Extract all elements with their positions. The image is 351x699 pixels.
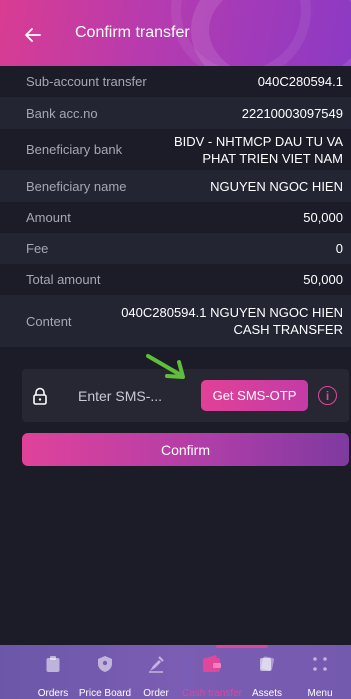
- detail-label: Sub-account transfer: [26, 74, 147, 89]
- detail-label: Fee: [26, 241, 49, 256]
- detail-row-content: Content 040C280594.1 NGUYEN NGOC HIEN CA…: [0, 295, 351, 347]
- detail-value: 50,000: [303, 210, 343, 225]
- detail-row-total-amount: Total amount 50,000: [0, 264, 351, 295]
- header-bar: Confirm transfer: [0, 0, 351, 66]
- annotation-arrow-icon: [145, 352, 189, 382]
- detail-label: Bank acc.no: [26, 105, 98, 121]
- detail-row-sub-account: Sub-account transfer 040C280594.1: [0, 66, 351, 97]
- confirm-button[interactable]: Confirm: [22, 433, 349, 466]
- detail-label: Amount: [26, 210, 71, 225]
- menu-icon: [310, 655, 330, 673]
- detail-row-beneficiary-bank: Beneficiary bank BIDV - NHTMCP DAU TU VA…: [0, 129, 351, 170]
- detail-row-amount: Amount 50,000: [0, 202, 351, 233]
- detail-value: 50,000: [303, 272, 343, 287]
- detail-value-line: BIDV - NHTMCP DAU TU VA: [173, 133, 343, 149]
- nav-label: Cash transfer: [181, 688, 243, 699]
- detail-label: Content: [26, 313, 72, 329]
- sms-otp-input[interactable]: [78, 386, 188, 406]
- price-board-icon: [95, 655, 115, 673]
- get-sms-otp-button[interactable]: Get SMS-OTP: [201, 380, 308, 411]
- order-icon: [146, 655, 166, 673]
- nav-item-orders[interactable]: Orders: [23, 645, 83, 699]
- detail-label: Beneficiary bank: [26, 142, 123, 157]
- back-arrow-icon[interactable]: [18, 20, 48, 50]
- page-title: Confirm transfer: [75, 24, 190, 41]
- detail-value: 22210003097549: [241, 105, 343, 121]
- transfer-details: Sub-account transfer 040C280594.1 Bank a…: [0, 66, 351, 347]
- nav-label: Price Board: [78, 688, 132, 699]
- detail-row-beneficiary-name: Beneficiary name NGUYEN NGOC HIEN: [0, 170, 351, 202]
- detail-row-fee: Fee 0: [0, 233, 351, 264]
- info-icon[interactable]: i: [318, 386, 337, 405]
- nav-item-order[interactable]: Order: [126, 645, 186, 699]
- detail-value-line: 040C280594.1 NGUYEN NGOC HIEN: [121, 305, 343, 320]
- lock-icon: [32, 387, 48, 405]
- nav-label: Menu: [307, 688, 333, 699]
- assets-icon: [257, 655, 277, 673]
- header-decoration: [171, 0, 311, 66]
- nav-label: Orders: [37, 688, 69, 699]
- bottom-nav: Orders Price Board Order Cash transfer A…: [0, 645, 351, 699]
- orders-icon: [43, 655, 63, 673]
- detail-value: 0: [335, 241, 343, 256]
- nav-item-cash-transfer[interactable]: Cash transfer: [182, 645, 242, 699]
- detail-label: Beneficiary name: [26, 178, 127, 194]
- detail-value-line: PHAT TRIEN VIET NAM: [202, 150, 343, 166]
- nav-label: Assets: [251, 688, 282, 699]
- nav-item-assets[interactable]: Assets: [237, 645, 297, 699]
- detail-value: 040C280594.1 NGUYEN NGOC HIEN CASH TRANS…: [121, 304, 343, 338]
- detail-value: 040C280594.1: [257, 74, 343, 89]
- detail-row-bank-acc: Bank acc.no 22210003097549: [0, 97, 351, 129]
- detail-label: Total amount: [26, 272, 101, 287]
- cash-transfer-icon: [202, 655, 222, 673]
- detail-value-line: CASH TRANSFER: [233, 322, 343, 337]
- detail-value: NGUYEN NGOC HIEN: [210, 178, 343, 194]
- nav-label: Order: [143, 688, 169, 699]
- nav-item-menu[interactable]: Menu: [290, 645, 350, 699]
- detail-value: BIDV - NHTMCP DAU TU VA PHAT TRIEN VIET …: [174, 133, 343, 167]
